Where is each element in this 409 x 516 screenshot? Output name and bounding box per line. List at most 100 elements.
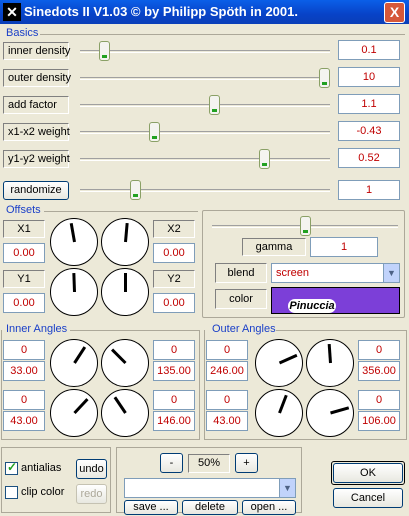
pinuccia-watermark: Pinuccia: [288, 299, 336, 313]
dial-needle: [327, 344, 332, 364]
angle-value-field[interactable]: 0: [358, 340, 400, 360]
angle-value-field[interactable]: 146.00: [153, 411, 195, 431]
angle-value-field[interactable]: 0: [153, 390, 195, 410]
angle-value-field[interactable]: 0: [358, 390, 400, 410]
param-slider-thumb[interactable]: [259, 149, 271, 169]
y1-value-field[interactable]: 0.00: [3, 293, 45, 313]
angle-value-field[interactable]: 0: [3, 340, 45, 360]
clip-color-label: clip color: [21, 486, 65, 498]
angle-value-field[interactable]: 356.00: [358, 361, 400, 381]
x1-label: X1: [3, 220, 45, 238]
param-slider-thumb[interactable]: [149, 122, 161, 142]
x2-label: X2: [153, 220, 195, 238]
chevron-down-icon[interactable]: ▼: [279, 479, 295, 497]
blend-label: blend: [215, 263, 267, 283]
param-slider-track[interactable]: [80, 104, 330, 107]
antialias-label: antialias: [21, 462, 62, 474]
angle-dial[interactable]: [101, 339, 149, 387]
randomize-slider-track[interactable]: [80, 189, 330, 192]
randomize-value-field[interactable]: 1: [338, 180, 400, 200]
angle-value-field[interactable]: 33.00: [3, 361, 45, 381]
angle-value-field[interactable]: 43.00: [206, 411, 248, 431]
x1-value-field[interactable]: 0.00: [3, 243, 45, 263]
dial-needle: [71, 273, 76, 293]
dial-needle: [278, 354, 297, 365]
param-value-field[interactable]: 10: [338, 67, 400, 87]
param-value-field[interactable]: -0.43: [338, 121, 400, 141]
gamma-label: gamma: [242, 238, 306, 256]
save-button[interactable]: save ...: [124, 500, 178, 515]
gamma-value-field[interactable]: 1: [310, 237, 378, 257]
param-value-field[interactable]: 0.1: [338, 40, 400, 60]
randomize-button[interactable]: randomize: [3, 181, 69, 200]
dial-needle: [69, 223, 76, 243]
angle-dial[interactable]: [50, 268, 98, 316]
redo-button[interactable]: redo: [76, 484, 107, 504]
y2-label: Y2: [153, 270, 195, 288]
angle-dial[interactable]: [50, 389, 98, 437]
window-title: Sinedots II V1.03 © by Philipp Spöth in …: [24, 4, 298, 19]
param-slider-track[interactable]: [80, 77, 330, 80]
preset-select[interactable]: [124, 478, 296, 498]
delete-button[interactable]: delete: [182, 500, 238, 515]
color-label: color: [215, 289, 267, 309]
zoom-in-button[interactable]: +: [235, 453, 258, 473]
dial-needle: [110, 348, 127, 365]
angle-value-field[interactable]: 135.00: [153, 361, 195, 381]
angle-value-field[interactable]: 106.00: [358, 411, 400, 431]
angle-dial[interactable]: [101, 218, 149, 266]
angle-dial[interactable]: [306, 339, 354, 387]
open-button[interactable]: open ...: [242, 500, 296, 515]
angle-value-field[interactable]: 0: [3, 390, 45, 410]
ok-button[interactable]: OK: [333, 463, 403, 483]
undo-button[interactable]: undo: [76, 459, 107, 479]
dial-needle: [72, 346, 86, 364]
angle-value-field[interactable]: 0: [206, 340, 248, 360]
param-label: inner density: [3, 42, 70, 60]
param-label: outer density: [3, 69, 71, 87]
chevron-down-icon[interactable]: ▼: [383, 264, 399, 282]
close-button[interactable]: X: [384, 2, 405, 23]
angle-dial[interactable]: [306, 389, 354, 437]
basics-label: Basics: [6, 27, 39, 39]
angle-value-field[interactable]: 246.00: [206, 361, 248, 381]
angle-dial[interactable]: [50, 339, 98, 387]
blend-select[interactable]: screen: [271, 263, 400, 283]
angle-dial[interactable]: [255, 389, 303, 437]
param-slider-thumb[interactable]: [209, 95, 221, 115]
clip-color-checkbox[interactable]: [5, 486, 18, 499]
param-label: y1-y2 weight: [3, 150, 70, 168]
angle-dial[interactable]: [255, 339, 303, 387]
angle-value-field[interactable]: 43.00: [3, 411, 45, 431]
y2-value-field[interactable]: 0.00: [153, 293, 195, 313]
antialias-checkbox[interactable]: [5, 460, 18, 475]
outer-angles-divider: [276, 330, 407, 331]
param-slider-thumb[interactable]: [319, 68, 330, 88]
param-slider-track[interactable]: [80, 50, 330, 53]
dial-needle: [123, 273, 127, 292]
param-value-field[interactable]: 0.52: [338, 148, 400, 168]
dial-needle: [72, 398, 88, 415]
param-slider-track[interactable]: [80, 158, 330, 161]
param-label: add factor: [3, 96, 69, 114]
angle-dial[interactable]: [50, 218, 98, 266]
param-value-field[interactable]: 1.1: [338, 94, 400, 114]
param-slider-track[interactable]: [80, 131, 330, 134]
offsets-divider: [44, 211, 198, 212]
cancel-button[interactable]: Cancel: [333, 488, 403, 508]
angle-value-field[interactable]: 0: [206, 390, 248, 410]
param-slider-thumb[interactable]: [99, 41, 111, 61]
angle-dial[interactable]: [101, 389, 149, 437]
dial-needle: [329, 406, 349, 415]
app-x-icon: ✕: [3, 3, 21, 21]
param-label: x1-x2 weight: [3, 123, 70, 141]
zoom-out-button[interactable]: -: [160, 453, 183, 473]
y1-label: Y1: [3, 270, 45, 288]
angle-dial[interactable]: [101, 268, 149, 316]
randomize-slider-thumb[interactable]: [130, 180, 142, 200]
dial-needle: [277, 394, 288, 414]
angle-value-field[interactable]: 0: [153, 340, 195, 360]
dial-needle: [123, 223, 129, 243]
x2-value-field[interactable]: 0.00: [153, 243, 195, 263]
gamma-slider-thumb[interactable]: [299, 216, 311, 236]
